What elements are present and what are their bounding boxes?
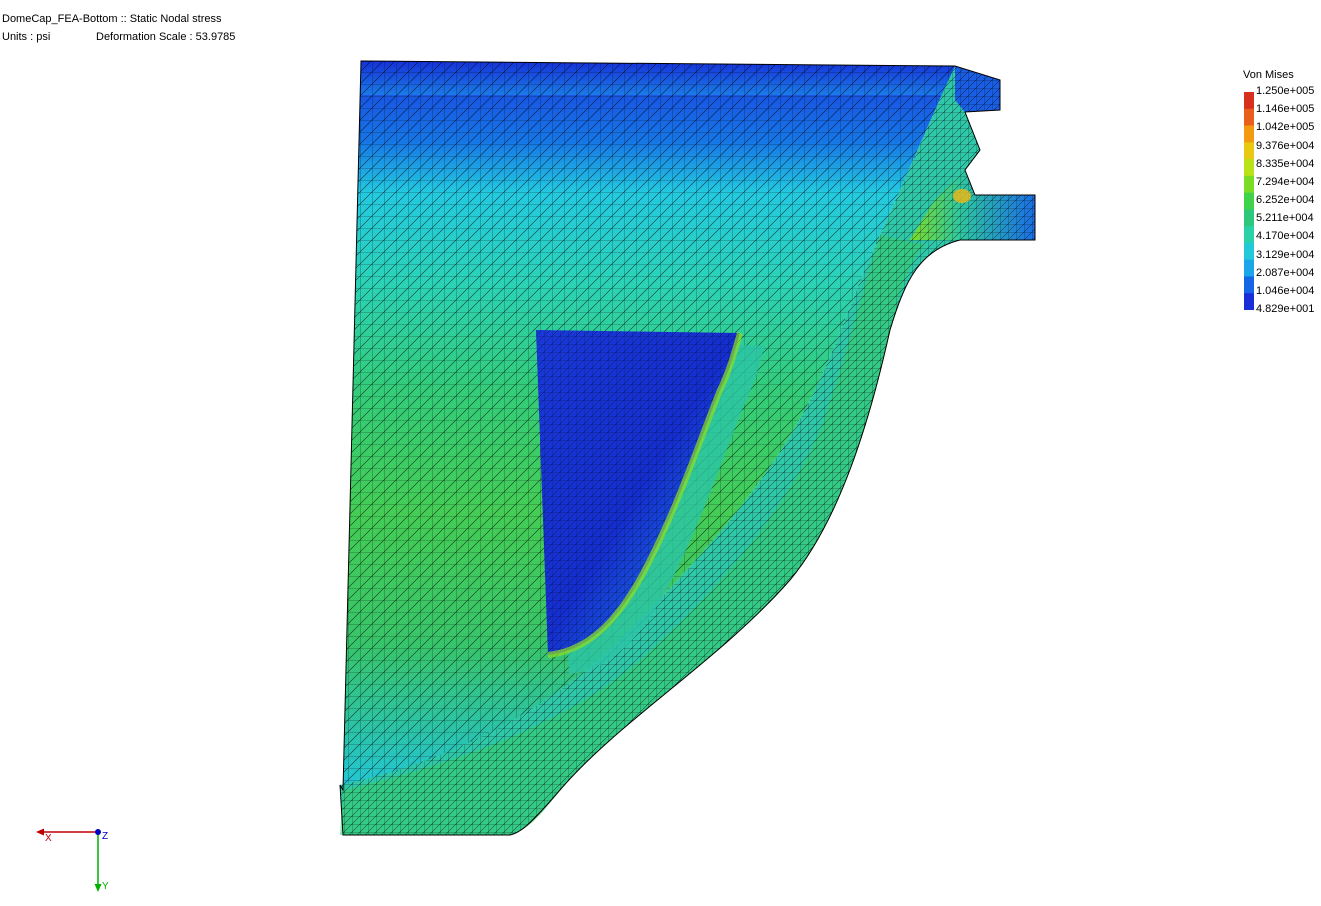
legend-tick-5: 7.294e+004 (1256, 175, 1315, 188)
legend-color-band-1 (1244, 108, 1254, 127)
legend-color-band-2 (1244, 125, 1254, 143)
legend-tick-9: 3.129e+004 (1256, 248, 1315, 261)
legend-color-band-5 (1244, 175, 1254, 194)
legend-color-band-10 (1244, 259, 1254, 277)
legend-tick-1: 1.146e+005 (1256, 103, 1315, 116)
fea-viewport[interactable] (0, 0, 1321, 906)
legend-color-band-11 (1244, 276, 1254, 294)
legend-tick-2: 1.042e+005 (1256, 121, 1315, 134)
legend-color-band-0 (1244, 92, 1254, 110)
legend-color-band-3 (1244, 142, 1254, 160)
legend-tick-8: 4.170e+004 (1256, 230, 1315, 243)
x-axis-arrow (36, 828, 44, 836)
legend-color-band-6 (1244, 192, 1254, 210)
y-axis-arrow (94, 884, 102, 892)
z-axis-label: Z (102, 831, 108, 842)
legend-color-band-12 (1244, 293, 1254, 310)
legend-tick-4: 8.335e+004 (1256, 157, 1315, 170)
x-axis-label: X (45, 833, 52, 844)
legend-title: Von Mises (1243, 69, 1294, 81)
legend-tick-12: 4.829e+001 (1256, 303, 1315, 315)
legend-tick-10: 2.087e+004 (1256, 266, 1315, 279)
legend-tick-0: 1.250e+005 (1256, 85, 1315, 97)
legend-color-band-4 (1244, 159, 1254, 177)
legend-color-band-8 (1244, 226, 1254, 244)
legend-color-band-7 (1244, 209, 1254, 227)
legend-color-bar (1244, 92, 1254, 310)
axis-triad: X Y Z (36, 828, 109, 892)
legend-tick-11: 1.046e+004 (1256, 284, 1315, 297)
stress-legend: Von Mises 1.250e+005 1.146e+005 1.042e+005… (1243, 68, 1319, 318)
z-axis-dot (95, 829, 101, 835)
legend-tick-6: 6.252e+004 (1256, 194, 1315, 206)
legend-tick-7: 5.211e+004 (1256, 212, 1314, 225)
legend-tick-3: 9.376e+004 (1256, 139, 1315, 152)
y-axis-label: Y (102, 881, 109, 892)
legend-color-band-9 (1244, 242, 1254, 261)
